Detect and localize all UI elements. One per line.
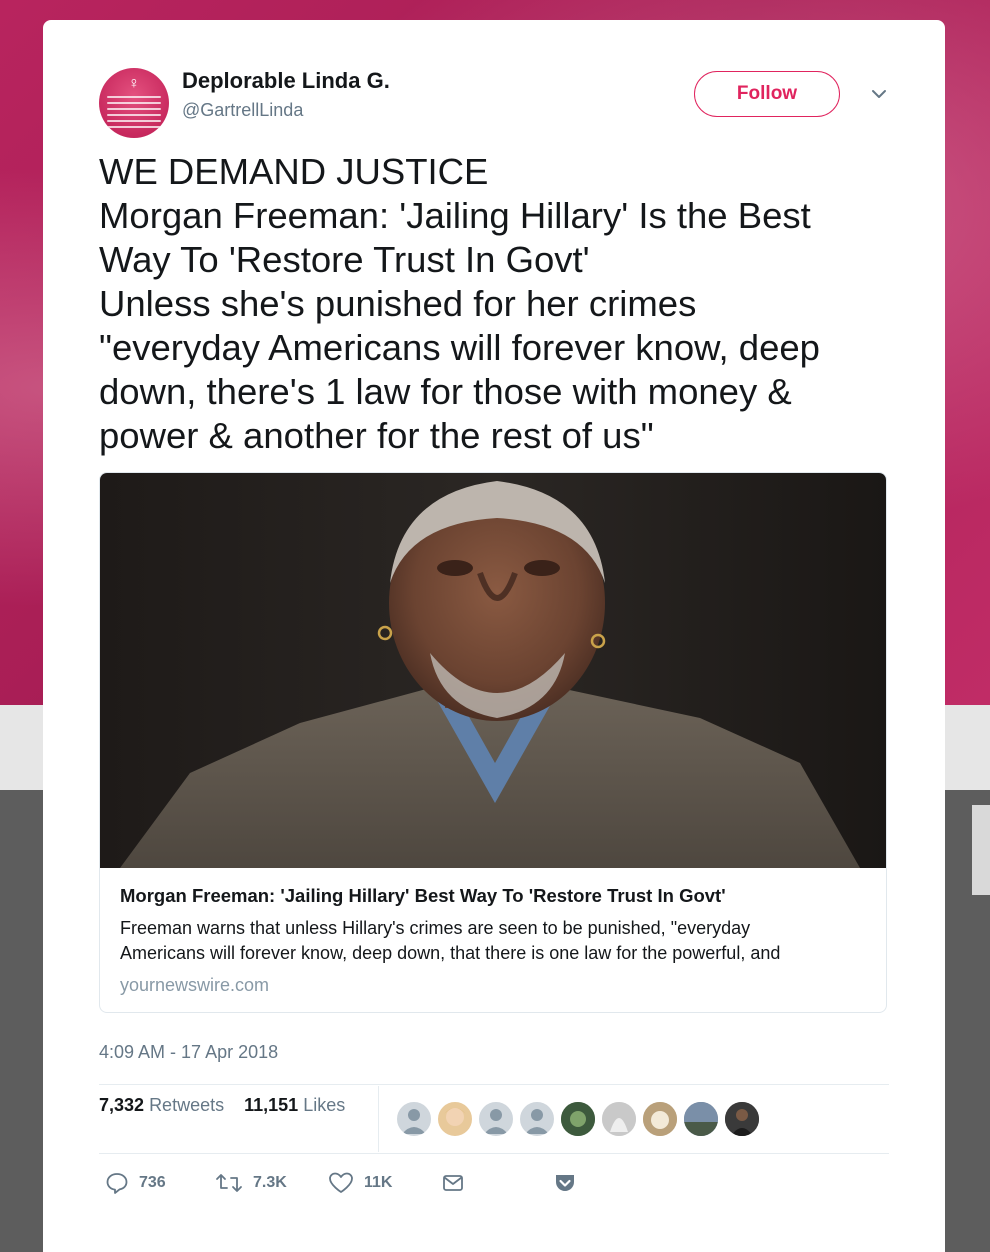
likes-stat[interactable]: 11,151 Likes <box>244 1095 345 1115</box>
liker-avatar[interactable] <box>600 1100 638 1138</box>
reply-count: 736 <box>139 1174 166 1191</box>
link-preview-card[interactable]: Morgan Freeman: 'Jailing Hillary' Best W… <box>99 472 887 1013</box>
reply-button[interactable]: 736 <box>105 1168 166 1198</box>
tweet-text-line: "everyday Americans will forever know, d… <box>99 327 820 368</box>
liker-avatar[interactable] <box>641 1100 679 1138</box>
link-card-description: Freeman warns that unless Hillary's crim… <box>120 916 880 966</box>
author-name[interactable]: Deplorable Linda G. <box>182 68 390 94</box>
link-card-description-line: Freeman warns that unless Hillary's crim… <box>120 918 751 938</box>
liker-avatar[interactable] <box>477 1100 515 1138</box>
background-sidebar-sliver <box>972 805 990 895</box>
likes-label: Likes <box>303 1095 346 1115</box>
tweet-text: WE DEMAND JUSTICE Morgan Freeman: 'Jaili… <box>99 150 899 458</box>
tweet-timestamp[interactable]: 4:09 AM - 17 Apr 2018 <box>99 1042 278 1063</box>
stats-separator <box>378 1086 379 1152</box>
like-count: 11K <box>364 1174 393 1191</box>
retweet-count: 7.3K <box>253 1174 287 1191</box>
divider-top <box>99 1084 889 1085</box>
reply-icon <box>106 1173 128 1194</box>
author-avatar[interactable]: ♀ <box>99 68 169 138</box>
follow-button[interactable]: Follow <box>694 71 840 117</box>
liker-avatar[interactable] <box>723 1100 761 1138</box>
retweets-stat[interactable]: 7,332 Retweets <box>99 1095 224 1115</box>
article-photo[interactable] <box>100 473 887 868</box>
venus-symbol-icon: ♀ <box>128 75 140 92</box>
like-button[interactable]: 11K <box>328 1168 392 1198</box>
heart-icon <box>329 1172 353 1193</box>
link-card-domain: yournewswire.com <box>120 975 270 995</box>
tweet-text-line: Unless she's punished for her crimes <box>99 283 697 324</box>
link-card-description-line: Americans will forever know, deep down, … <box>120 943 781 963</box>
direct-message-button[interactable] <box>441 1168 465 1198</box>
author-handle[interactable]: @GartrellLinda <box>182 100 303 121</box>
tweet-text-line: WE DEMAND JUSTICE <box>99 151 489 192</box>
chevron-down-icon[interactable] <box>869 84 889 104</box>
link-card-title[interactable]: Morgan Freeman: 'Jailing Hillary' Best W… <box>120 885 726 907</box>
tweet-text-line: down, there's 1 law for those with money… <box>99 371 792 412</box>
likes-count: 11,151 <box>244 1095 299 1115</box>
liker-avatar[interactable] <box>559 1100 597 1138</box>
retweet-button[interactable]: 7.3K <box>215 1168 287 1198</box>
pocket-icon <box>556 1175 574 1191</box>
tweet-text-line: Morgan Freeman: 'Jailing Hillary' Is the… <box>99 195 811 236</box>
liker-avatar[interactable] <box>395 1100 433 1138</box>
divider-bottom <box>99 1153 889 1154</box>
tweet-actions: 736 7.3K 11K <box>99 1168 889 1204</box>
tweet-stats: 7,332 Retweets 11,151 Likes <box>99 1095 345 1116</box>
retweet-icon <box>216 1174 242 1192</box>
avatar-text-lines <box>107 96 161 132</box>
envelope-icon <box>443 1175 463 1191</box>
tweet-card: ♀ Deplorable Linda G. @GartrellLinda Fol… <box>43 20 945 1252</box>
tweet-text-line: power & another for the rest of us" <box>99 415 654 456</box>
pocket-button[interactable] <box>553 1168 577 1198</box>
tweet-text-line: Way To 'Restore Trust In Govt' <box>99 239 590 280</box>
liker-avatar[interactable] <box>436 1100 474 1138</box>
liker-avatar[interactable] <box>682 1100 720 1138</box>
liker-avatar[interactable] <box>518 1100 556 1138</box>
retweets-count: 7,332 <box>99 1095 145 1115</box>
retweets-label: Retweets <box>149 1095 225 1115</box>
